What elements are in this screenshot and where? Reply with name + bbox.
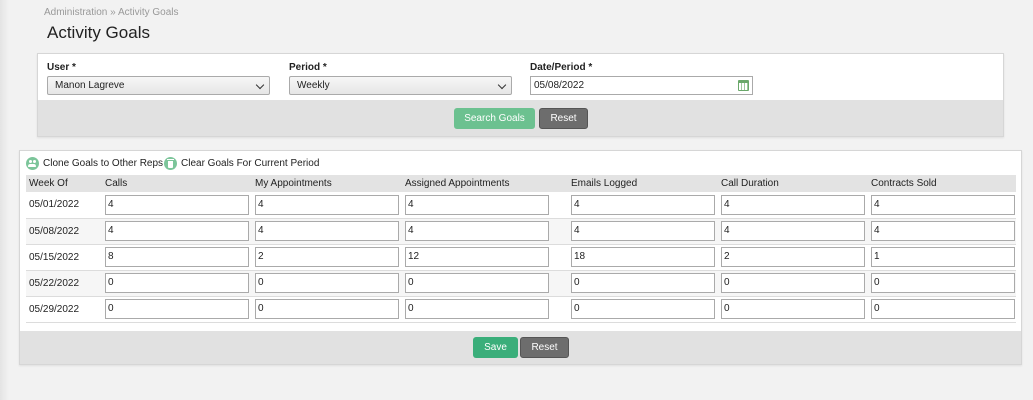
- save-button[interactable]: Save: [473, 337, 518, 358]
- week-of-cell: 05/29/2022: [26, 296, 102, 323]
- my-appointments-input[interactable]: 2: [255, 247, 399, 267]
- user-select-value: Manon Lagreve: [55, 80, 125, 91]
- goals-table: Week Of Calls My Appointments Assigned A…: [26, 175, 1016, 323]
- goals-reset-button[interactable]: Reset: [520, 337, 569, 358]
- chevron-down-icon: [255, 80, 265, 90]
- user-label: User *: [47, 62, 76, 73]
- assigned-appointments-input[interactable]: 0: [405, 299, 549, 319]
- column-header-emails-logged: Emails Logged: [568, 175, 718, 192]
- chevron-down-icon: [497, 80, 507, 90]
- call-duration-input[interactable]: 0: [721, 299, 865, 319]
- my-appointments-input[interactable]: 0: [255, 273, 399, 293]
- date-label: Date/Period *: [530, 62, 593, 73]
- call-duration-input[interactable]: 4: [721, 194, 865, 215]
- week-of-cell: 05/01/2022: [26, 192, 102, 219]
- assigned-appointments-input[interactable]: 0: [405, 273, 549, 293]
- contracts-sold-input[interactable]: 4: [871, 221, 1015, 241]
- date-field: Date/Period * 05/08/2022: [530, 62, 753, 95]
- call-duration-input[interactable]: 2: [721, 247, 865, 267]
- period-select[interactable]: Weekly: [289, 76, 512, 95]
- table-row: 05/29/2022 0 0 0 0 0 0: [26, 296, 1016, 323]
- column-header-calls: Calls: [102, 175, 252, 192]
- users-icon: [26, 157, 39, 170]
- breadcrumb-parent-link[interactable]: Administration: [44, 7, 107, 18]
- filter-panel: User * Manon Lagreve Period * Weekly Dat…: [37, 53, 1004, 137]
- emails-logged-input[interactable]: 0: [571, 273, 715, 293]
- table-row: 05/15/2022 8 2 12 18 2 1: [26, 244, 1016, 271]
- left-edge-strip: [0, 0, 9, 400]
- filter-reset-button[interactable]: Reset: [539, 108, 588, 129]
- page-title: Activity Goals: [47, 23, 150, 42]
- clear-goals-label: Clear Goals For Current Period: [181, 158, 320, 169]
- column-header-contracts-sold: Contracts Sold: [868, 175, 1016, 192]
- contracts-sold-input[interactable]: 0: [871, 299, 1015, 319]
- emails-logged-input[interactable]: 4: [571, 194, 715, 215]
- table-row: 05/22/2022 0 0 0 0 0 0: [26, 270, 1016, 297]
- column-header-assigned-appointments: Assigned Appointments: [402, 175, 568, 192]
- breadcrumb: Administration » Activity Goals: [44, 7, 179, 18]
- breadcrumb-separator: »: [110, 7, 116, 18]
- emails-logged-input[interactable]: 0: [571, 299, 715, 319]
- user-field: User * Manon Lagreve: [47, 62, 270, 95]
- week-of-cell: 05/15/2022: [26, 244, 102, 271]
- clone-goals-link[interactable]: Clone Goals to Other Reps: [26, 157, 163, 170]
- clone-goals-label: Clone Goals to Other Reps: [43, 158, 164, 169]
- calls-input[interactable]: 4: [105, 221, 249, 241]
- period-field: Period * Weekly: [289, 62, 512, 95]
- column-header-my-appointments: My Appointments: [252, 175, 402, 192]
- contracts-sold-input[interactable]: 4: [871, 194, 1015, 215]
- calls-input[interactable]: 0: [105, 299, 249, 319]
- period-label: Period *: [289, 62, 327, 73]
- contracts-sold-input[interactable]: 1: [871, 247, 1015, 267]
- calendar-icon[interactable]: [738, 80, 749, 91]
- trash-icon: [164, 157, 177, 170]
- call-duration-input[interactable]: 0: [721, 273, 865, 293]
- breadcrumb-current: Activity Goals: [117, 7, 179, 18]
- emails-logged-input[interactable]: 18: [571, 247, 715, 267]
- my-appointments-input[interactable]: 4: [255, 194, 399, 215]
- date-input[interactable]: 05/08/2022: [530, 76, 753, 95]
- goals-panel: Clone Goals to Other Reps Clear Goals Fo…: [19, 150, 1022, 365]
- calls-input[interactable]: 4: [105, 194, 249, 215]
- week-of-cell: 05/22/2022: [26, 270, 102, 297]
- clear-goals-link[interactable]: Clear Goals For Current Period: [164, 157, 319, 170]
- assigned-appointments-input[interactable]: 4: [405, 194, 549, 215]
- table-row: 05/01/2022 4 4 4 4 4 4: [26, 192, 1016, 219]
- my-appointments-input[interactable]: 0: [255, 299, 399, 319]
- calls-input[interactable]: 8: [105, 247, 249, 267]
- filter-fields-area: User * Manon Lagreve Period * Weekly Dat…: [38, 54, 1003, 100]
- week-of-cell: 05/08/2022: [26, 218, 102, 245]
- assigned-appointments-input[interactable]: 4: [405, 221, 549, 241]
- table-row: 05/08/2022 4 4 4 4 4 4: [26, 218, 1016, 245]
- contracts-sold-input[interactable]: 0: [871, 273, 1015, 293]
- call-duration-input[interactable]: 4: [721, 221, 865, 241]
- my-appointments-input[interactable]: 4: [255, 221, 399, 241]
- goals-table-area: Clone Goals to Other Reps Clear Goals Fo…: [20, 151, 1021, 331]
- calls-input[interactable]: 0: [105, 273, 249, 293]
- user-select[interactable]: Manon Lagreve: [47, 76, 270, 95]
- table-header-row: Week Of Calls My Appointments Assigned A…: [26, 175, 1016, 192]
- search-goals-button[interactable]: Search Goals: [454, 108, 535, 129]
- period-select-value: Weekly: [297, 80, 330, 91]
- emails-logged-input[interactable]: 4: [571, 221, 715, 241]
- column-header-week-of: Week Of: [26, 175, 102, 192]
- column-header-call-duration: Call Duration: [718, 175, 868, 192]
- date-input-value: 05/08/2022: [534, 80, 585, 91]
- assigned-appointments-input[interactable]: 12: [405, 247, 549, 267]
